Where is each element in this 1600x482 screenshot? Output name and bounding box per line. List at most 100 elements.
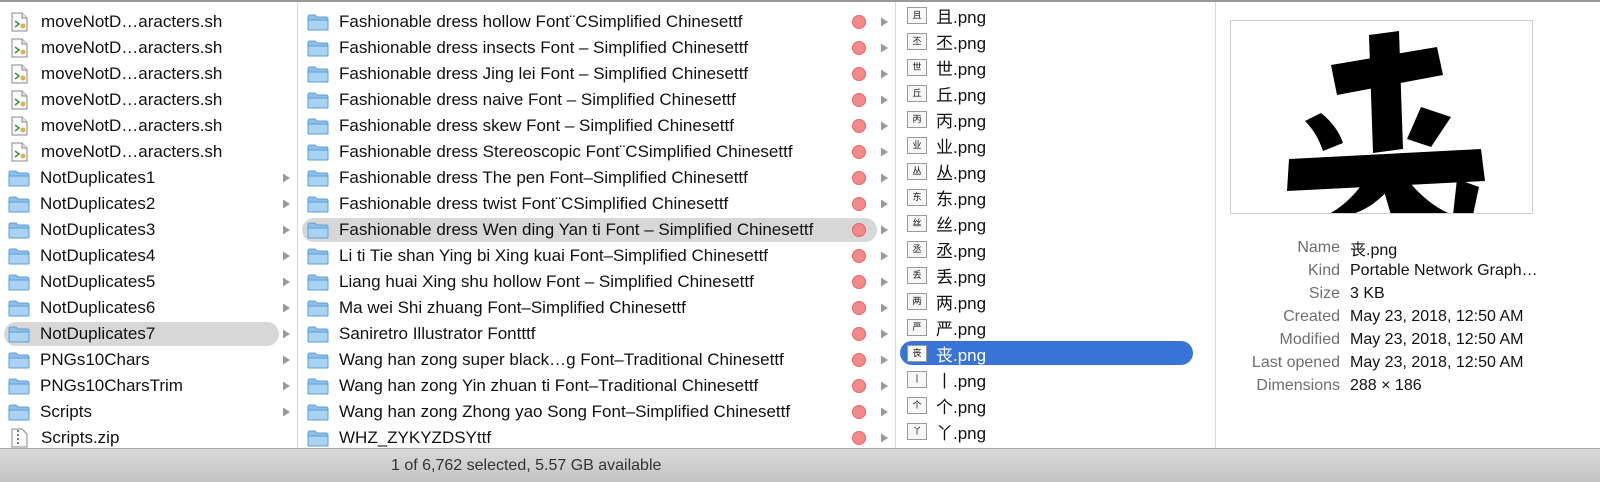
- png-file-row[interactable]: 业业.png: [896, 132, 1215, 158]
- font-folder-row[interactable]: Fashionable dress Wen ding Yan ti Font –…: [298, 217, 895, 243]
- folder-row[interactable]: NotDuplicates3: [0, 217, 297, 243]
- chevron-right-icon[interactable]: [880, 95, 889, 105]
- chevron-right-icon[interactable]: [880, 69, 889, 79]
- font-folder-row[interactable]: Li ti Tie shan Ying bi Xing kuai Font–Si…: [298, 243, 895, 269]
- font-folder-row[interactable]: Fashionable dress twist Font¨CSimplified…: [298, 191, 895, 217]
- png-file-row[interactable]: 丧丧.png: [896, 340, 1215, 366]
- font-folder-row[interactable]: Fashionable dress skew Font – Simplified…: [298, 113, 895, 139]
- chevron-right-icon[interactable]: [880, 173, 889, 183]
- font-folder-row[interactable]: Wang han zong Zhong yao Song Font–Simpli…: [298, 399, 895, 425]
- font-folder-row[interactable]: Ma wei Shi zhuang Font–Simplified Chines…: [298, 295, 895, 321]
- png-file-row[interactable]: 两两.png: [896, 288, 1215, 314]
- chevron-right-icon[interactable]: [282, 199, 291, 209]
- chevron-right-icon[interactable]: [282, 355, 291, 365]
- png-file-row[interactable]: 丫丫.png: [896, 418, 1215, 444]
- chevron-right-icon[interactable]: [282, 329, 291, 339]
- item-label: WHZ_ZYKYZDSYttf: [339, 428, 492, 447]
- png-file-row[interactable]: 丙丙.png: [896, 106, 1215, 132]
- chevron-right-icon[interactable]: [880, 433, 889, 443]
- info-key: Created: [1283, 307, 1340, 325]
- png-file-row[interactable]: 世世.png: [896, 54, 1215, 80]
- chevron-right-icon[interactable]: [880, 43, 889, 53]
- item-label: Fashionable dress Jing lei Font – Simpli…: [339, 64, 749, 83]
- chevron-right-icon[interactable]: [880, 147, 889, 157]
- folder-icon: [307, 92, 329, 108]
- shell-script-icon: [11, 90, 28, 110]
- chevron-right-icon[interactable]: [880, 407, 889, 417]
- chevron-right-icon[interactable]: [880, 199, 889, 209]
- png-file-row[interactable]: 丕丕.png: [896, 28, 1215, 54]
- chevron-right-icon[interactable]: [880, 381, 889, 391]
- folder-row[interactable]: Scripts: [0, 399, 297, 425]
- file-row[interactable]: moveNotD…aracters.sh: [0, 35, 297, 61]
- file-row[interactable]: Scripts.zip: [0, 425, 297, 448]
- folder-icon: [307, 14, 329, 30]
- png-file-row[interactable]: 且且.png: [896, 2, 1215, 28]
- font-folder-row[interactable]: Fashionable dress hollow Font¨CSimplifie…: [298, 9, 895, 35]
- font-folder-row[interactable]: Fashionable dress Stereoscopic Font¨CSim…: [298, 139, 895, 165]
- chevron-right-icon[interactable]: [880, 17, 889, 27]
- png-file-row[interactable]: 丘丘.png: [896, 80, 1215, 106]
- font-folder-row[interactable]: Fashionable dress insects Font – Simplif…: [298, 35, 895, 61]
- folder-icon: [307, 170, 329, 186]
- chevron-right-icon[interactable]: [880, 121, 889, 131]
- column-fonts-folder[interactable]: Fashionable dress hollow Font¨CSimplifie…: [298, 2, 896, 448]
- png-thumbnail-icon: 世: [907, 58, 927, 76]
- folder-icon: [8, 378, 30, 394]
- info-key: Modified: [1279, 330, 1340, 348]
- red-tag-icon: [852, 249, 866, 263]
- chevron-right-icon[interactable]: [880, 251, 889, 261]
- font-folder-row[interactable]: Saniretro Illustrator Fontttf: [298, 321, 895, 347]
- folder-row[interactable]: NotDuplicates5: [0, 269, 297, 295]
- folder-row[interactable]: PNGs10CharsTrim: [0, 373, 297, 399]
- info-key: Kind: [1307, 261, 1340, 279]
- png-file-row[interactable]: 个个.png: [896, 392, 1215, 418]
- png-file-row[interactable]: 丛丛.png: [896, 158, 1215, 184]
- png-file-row[interactable]: 丢丢.png: [896, 262, 1215, 288]
- font-folder-row[interactable]: Liang huai Xing shu hollow Font – Simpli…: [298, 269, 895, 295]
- folder-row[interactable]: PNGs10Chars: [0, 347, 297, 373]
- chevron-right-icon[interactable]: [282, 225, 291, 235]
- file-row[interactable]: moveNotD…aracters.sh: [0, 9, 297, 35]
- chevron-right-icon[interactable]: [880, 277, 889, 287]
- chevron-right-icon[interactable]: [282, 173, 291, 183]
- chevron-right-icon[interactable]: [282, 251, 291, 261]
- png-thumbnail-icon: 丛: [907, 162, 927, 180]
- red-tag-icon: [852, 197, 866, 211]
- file-row[interactable]: moveNotD…aracters.sh: [0, 139, 297, 165]
- info-value: 丧.png: [1350, 241, 1398, 259]
- column-png-files[interactable]: 且且.png 丕丕.png 世世.png 丘丘.png 丙丙.png 业业.png 丛丛.p…: [896, 2, 1216, 448]
- png-file-row[interactable]: 东东.png: [896, 184, 1215, 210]
- folder-row[interactable]: NotDuplicates4: [0, 243, 297, 269]
- png-file-row[interactable]: 丞丞.png: [896, 236, 1215, 262]
- png-file-row[interactable]: 严严.png: [896, 314, 1215, 340]
- folder-row[interactable]: NotDuplicates6: [0, 295, 297, 321]
- png-file-row[interactable]: 丝丝.png: [896, 210, 1215, 236]
- chevron-right-icon[interactable]: [880, 329, 889, 339]
- png-thumbnail-icon: 丧: [907, 344, 927, 362]
- png-thumbnail-icon: 丢: [907, 266, 927, 284]
- png-file-row[interactable]: 丨丨.png: [896, 366, 1215, 392]
- folder-row[interactable]: NotDuplicates7: [0, 321, 297, 347]
- chevron-right-icon[interactable]: [282, 381, 291, 391]
- font-folder-row[interactable]: Fashionable dress Jing lei Font – Simpli…: [298, 61, 895, 87]
- font-folder-row[interactable]: WHZ_ZYKYZDSYttf: [298, 425, 895, 448]
- file-row[interactable]: moveNotD…aracters.sh: [0, 61, 297, 87]
- chevron-right-icon[interactable]: [880, 225, 889, 235]
- folder-row[interactable]: NotDuplicates2: [0, 191, 297, 217]
- column-project-folder[interactable]: moveNotD…aracters.sh moveNotD…aracters.sh…: [0, 2, 298, 448]
- font-folder-row[interactable]: Wang han zong Yin zhuan ti Font–Traditio…: [298, 373, 895, 399]
- chevron-right-icon[interactable]: [282, 277, 291, 287]
- font-folder-row[interactable]: Fashionable dress The pen Font–Simplifie…: [298, 165, 895, 191]
- font-folder-row[interactable]: Fashionable dress naive Font – Simplifie…: [298, 87, 895, 113]
- chevron-right-icon[interactable]: [282, 407, 291, 417]
- file-row[interactable]: moveNotD…aracters.sh: [0, 113, 297, 139]
- folder-row[interactable]: NotDuplicates1: [0, 165, 297, 191]
- chevron-right-icon[interactable]: [880, 355, 889, 365]
- font-folder-row[interactable]: Wang han zong super black…g Font–Traditi…: [298, 347, 895, 373]
- file-row[interactable]: moveNotD…aracters.sh: [0, 87, 297, 113]
- item-label: 丨.png: [936, 371, 987, 391]
- chevron-right-icon[interactable]: [880, 303, 889, 313]
- chevron-right-icon[interactable]: [282, 303, 291, 313]
- file-info-table: Name 丧.png Kind Portable Network Graph… Size…: [1216, 236, 1600, 397]
